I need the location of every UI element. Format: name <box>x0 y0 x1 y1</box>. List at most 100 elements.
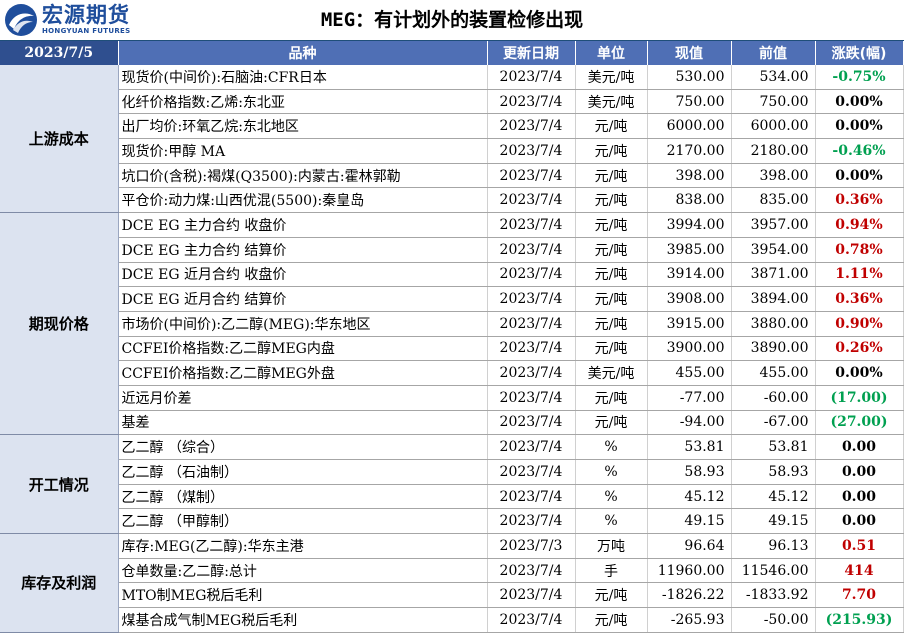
change-value: 0.00% <box>815 163 904 189</box>
previous-value: 398.00 <box>731 163 816 189</box>
change-value: 0.51 <box>815 533 904 559</box>
current-value: -265.93 <box>647 607 732 633</box>
category-label: 库存及利润 <box>0 533 119 633</box>
table-row: 基差 2023/7/4 元/吨 -94.00 -67.00 (27.00) <box>0 410 904 436</box>
unit: 元/吨 <box>575 262 648 288</box>
category-label: 开工情况 <box>0 434 119 535</box>
change-value: 0.00 <box>815 434 904 460</box>
table-row: 近远月价差 2023/7/4 元/吨 -77.00 -60.00 (17.00) <box>0 385 904 411</box>
current-value: -1826.22 <box>647 582 732 609</box>
update-date: 2023/7/4 <box>487 262 576 288</box>
update-date: 2023/7/4 <box>487 484 576 510</box>
unit: % <box>575 508 648 535</box>
unit: 元/吨 <box>575 237 648 263</box>
update-date: 2023/7/4 <box>487 113 576 140</box>
change-value: 1.11% <box>815 262 904 288</box>
item-name: 库存:MEG(乙二醇):华东主港 <box>118 533 488 559</box>
update-date: 2023/7/4 <box>487 237 576 263</box>
unit: 美元/吨 <box>575 360 648 386</box>
update-date: 2023/7/4 <box>487 582 576 609</box>
unit: 元/吨 <box>575 113 648 140</box>
item-name: CCFEI价格指数:乙二醇MEG内盘 <box>118 336 488 362</box>
table-row: 现货价:甲醇 MA 2023/7/4 元/吨 2170.00 2180.00 -0.46% <box>0 138 904 164</box>
change-value: -0.46% <box>815 138 904 164</box>
table-row: 平仓价:动力煤:山西优混(5500):秦皇岛 2023/7/4 元/吨 838.00 8… <box>0 187 904 214</box>
table-row: DCE EG 近月合约 结算价 2023/7/4 元/吨 3908.00 3894.00… <box>0 286 904 312</box>
previous-value: 3957.00 <box>731 212 816 238</box>
item-name: 坑口价(含税):褐煤(Q3500):内蒙古:霍林郭勒 <box>118 163 488 189</box>
table-row: CCFEI价格指数:乙二醇MEG外盘 2023/7/4 美元/吨 455.00 455.… <box>0 360 904 386</box>
item-name: 煤基合成气制MEG税后毛利 <box>118 607 488 633</box>
current-value: 530.00 <box>647 65 732 90</box>
change-value: 0.00% <box>815 113 904 140</box>
table-row: 开工情况 乙二醇 （综合） 2023/7/4% 53.81 53.81 0.00 <box>0 434 904 535</box>
previous-value: 3871.00 <box>731 262 816 288</box>
update-date: 2023/7/4 <box>487 410 576 436</box>
unit: 元/吨 <box>575 163 648 189</box>
table-row: 乙二醇 （石油制） 2023/7/4% 58.93 58.93 0.00 <box>0 459 904 485</box>
previous-value: 750.00 <box>731 89 816 115</box>
table-row: 市场价(中间价):乙二醇(MEG):华东地区 2023/7/4 元/吨 3915.00… <box>0 311 904 337</box>
category-label: 上游成本 <box>0 65 119 214</box>
previous-value: -60.00 <box>731 385 816 411</box>
item-name: DCE EG 近月合约 结算价 <box>118 286 488 312</box>
update-date: 2023/7/4 <box>487 311 576 337</box>
table-body: 上游成本 现货价(中间价):石脑油:CFR日本 2023/7/4 美元/吨 530.00… <box>0 65 904 633</box>
update-date: 2023/7/4 <box>487 212 576 238</box>
previous-value: -67.00 <box>731 410 816 436</box>
current-value: 3915.00 <box>647 311 732 337</box>
update-date: 2023/7/4 <box>487 459 576 485</box>
previous-value: 53.81 <box>731 434 816 460</box>
current-value: 45.12 <box>647 484 732 510</box>
column-header-current: 现值 <box>647 41 732 65</box>
change-value: 0.36% <box>815 286 904 312</box>
previous-value: -50.00 <box>731 607 816 633</box>
previous-value: 3880.00 <box>731 311 816 337</box>
update-date: 2023/7/4 <box>487 360 576 386</box>
previous-value: 45.12 <box>731 484 816 510</box>
item-name: 乙二醇 （甲醇制） <box>118 508 488 535</box>
change-value: 0.00 <box>815 484 904 510</box>
item-name: DCE EG 近月合约 收盘价 <box>118 262 488 288</box>
current-value: 96.64 <box>647 533 732 559</box>
current-value: 3994.00 <box>647 212 732 238</box>
update-date: 2023/7/4 <box>487 163 576 189</box>
item-name: 现货价(中间价):石脑油:CFR日本 <box>118 65 488 90</box>
unit: 美元/吨 <box>575 65 648 90</box>
table-row: 乙二醇 （煤制） 2023/7/4% 45.12 45.12 0.00 <box>0 484 904 510</box>
update-date: 2023/7/4 <box>487 508 576 535</box>
current-value: 455.00 <box>647 360 732 386</box>
previous-value: 3890.00 <box>731 336 816 362</box>
previous-value: 49.15 <box>731 508 816 535</box>
item-name: 市场价(中间价):乙二醇(MEG):华东地区 <box>118 311 488 337</box>
change-value: -0.75% <box>815 65 904 90</box>
current-value: 838.00 <box>647 187 732 214</box>
previous-value: 534.00 <box>731 65 816 90</box>
table-row: 化纤价格指数:乙烯:东北亚 2023/7/4 美元/吨 750.00 750.00 0.0… <box>0 89 904 115</box>
report-date: 2023/7/5 <box>0 41 119 65</box>
previous-value: 2180.00 <box>731 138 816 164</box>
item-name: 乙二醇 （综合） <box>118 434 488 460</box>
current-value: 3900.00 <box>647 336 732 362</box>
change-value: 0.26% <box>815 336 904 362</box>
column-header-change: 涨跌(幅) <box>815 41 904 65</box>
unit: 元/吨 <box>575 187 648 214</box>
previous-value: 96.13 <box>731 533 816 559</box>
table-row: CCFEI价格指数:乙二醇MEG内盘 2023/7/4 元/吨 3900.00 3890… <box>0 336 904 362</box>
table-row: DCE EG 主力合约 结算价 2023/7/4 元/吨 3985.00 3954.00… <box>0 237 904 263</box>
previous-value: 58.93 <box>731 459 816 485</box>
current-value: 3908.00 <box>647 286 732 312</box>
unit: 元/吨 <box>575 385 648 411</box>
table-row: MTO制MEG税后毛利 2023/7/4 元/吨 -1826.22 -1833.92 7.… <box>0 582 904 609</box>
column-header-date: 更新日期 <box>487 41 576 65</box>
table-row: 坑口价(含税):褐煤(Q3500):内蒙古:霍林郭勒 2023/7/4 元/吨 398… <box>0 163 904 189</box>
unit: 元/吨 <box>575 212 648 238</box>
table-row: DCE EG 近月合约 收盘价 2023/7/4 元/吨 3914.00 3871.00… <box>0 262 904 288</box>
previous-value: 6000.00 <box>731 113 816 140</box>
table-row: 仓单数量:乙二醇:总计 2023/7/4 手 11960.00 11546.00 414 <box>0 558 904 584</box>
change-value: 7.70 <box>815 582 904 609</box>
column-header-unit: 单位 <box>575 41 648 65</box>
item-name: 现货价:甲醇 MA <box>118 138 488 164</box>
current-value: 3914.00 <box>647 262 732 288</box>
table-row: 乙二醇 （甲醇制） 2023/7/4% 49.15 49.15 0.00 <box>0 508 904 535</box>
